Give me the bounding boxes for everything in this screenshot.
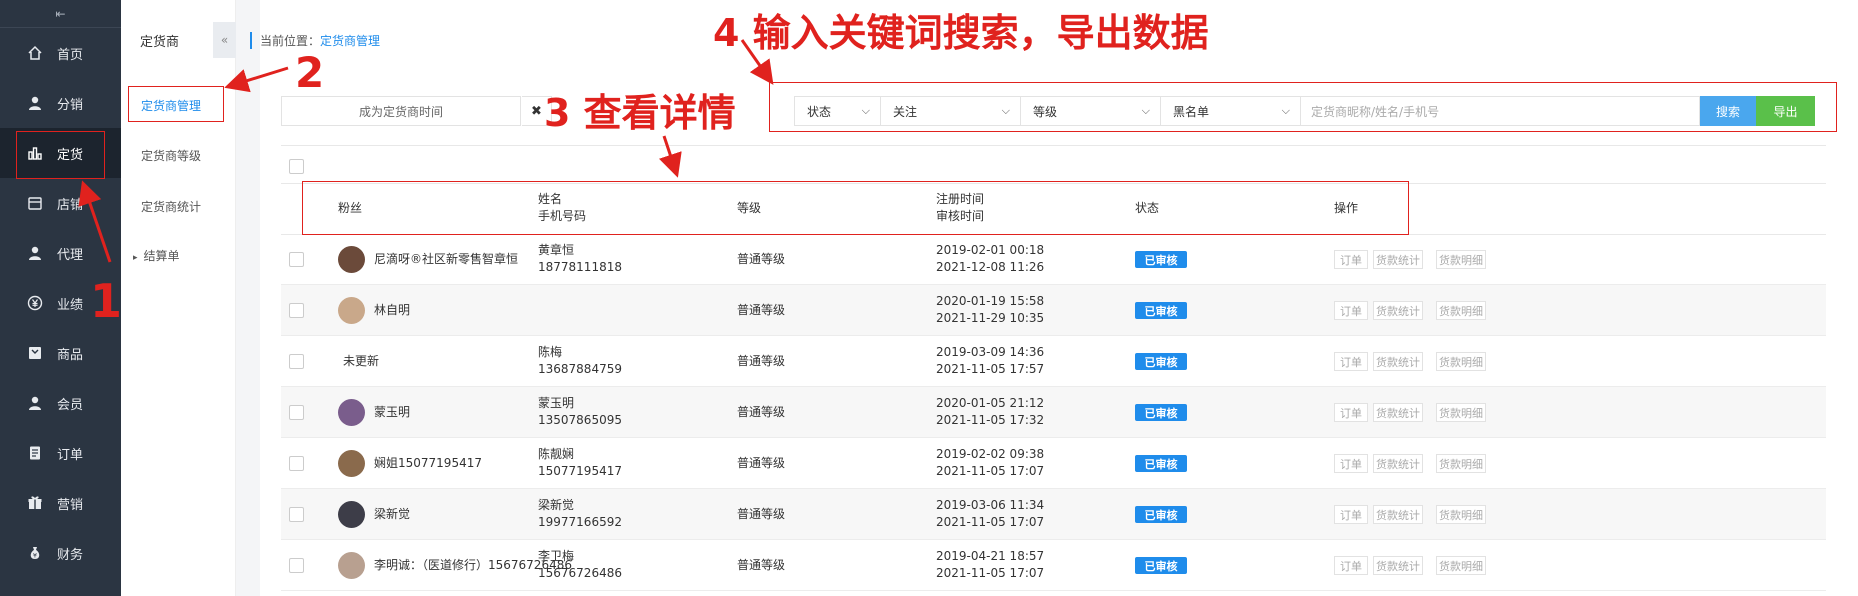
arrow-step-1	[78, 180, 112, 263]
arrow-step-4	[740, 39, 774, 85]
arrow-step-3	[658, 135, 682, 178]
arrow-step-2	[224, 66, 289, 93]
annotation-arrows	[78, 39, 774, 263]
